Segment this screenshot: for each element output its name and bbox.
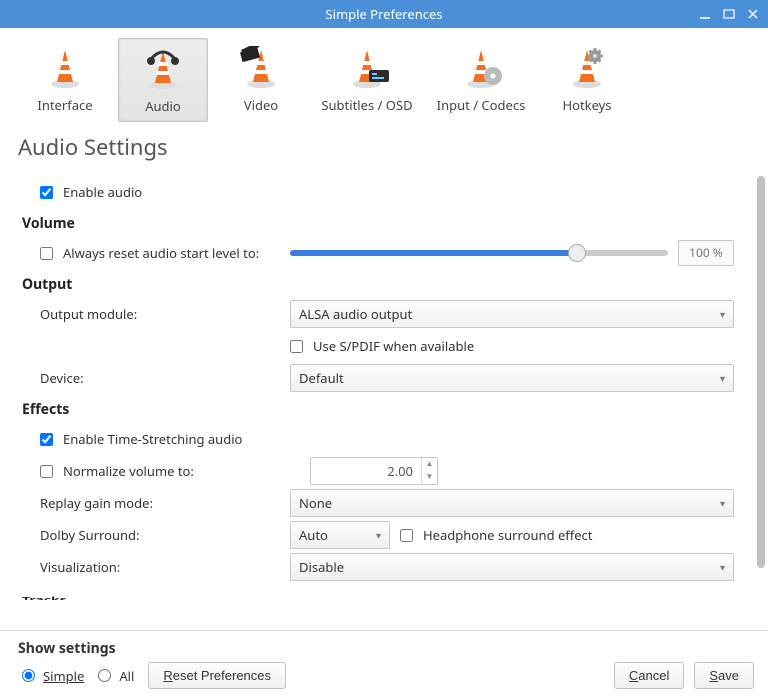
section-effects-title: Effects — [22, 400, 762, 419]
tab-audio[interactable]: Audio — [118, 38, 208, 122]
window-minimize-icon[interactable] — [698, 7, 712, 21]
chevron-down-icon: ▾ — [720, 371, 725, 385]
dolby-label: Dolby Surround: — [40, 526, 290, 544]
tab-label: Subtitles / OSD — [321, 96, 412, 114]
slider-knob[interactable] — [568, 244, 586, 262]
tab-row: Interface Audio Video Subtitles / OSD In… — [0, 28, 768, 126]
spin-arrows[interactable]: ▲▼ — [421, 458, 437, 484]
device-value: Default — [299, 369, 344, 387]
show-settings-all-radio[interactable]: All — [98, 667, 134, 685]
clapper-cone-icon — [239, 46, 283, 90]
section-volume-title: Volume — [22, 214, 762, 233]
chevron-down-icon: ▾ — [376, 528, 381, 542]
cancel-button[interactable]: Cancel — [614, 662, 684, 689]
show-settings-simple-radio[interactable]: Simple — [22, 667, 84, 685]
timestretch-label: Enable Time-Stretching audio — [63, 430, 242, 448]
cancel-label: Cancel — [629, 668, 669, 683]
simple-label: Simple — [43, 667, 84, 685]
device-combo[interactable]: Default ▾ — [290, 364, 734, 392]
section-tracks-title: Tracks — [22, 595, 762, 600]
vertical-scrollbar[interactable] — [756, 174, 766, 630]
chevron-down-icon: ▾ — [720, 307, 725, 321]
window-close-icon[interactable] — [746, 7, 760, 21]
tab-hotkeys[interactable]: Hotkeys — [542, 38, 632, 122]
tab-subtitles[interactable]: Subtitles / OSD — [314, 38, 420, 122]
headphone-checkbox[interactable]: Headphone surround effect — [400, 526, 592, 544]
chevron-down-icon: ▾ — [720, 496, 725, 510]
tab-interface[interactable]: Interface — [20, 38, 110, 122]
output-module-value: ALSA audio output — [299, 305, 412, 323]
osd-cone-icon — [345, 46, 389, 90]
always-reset-label: Always reset audio start level to: — [63, 244, 259, 262]
always-reset-checkbox[interactable]: Always reset audio start level to: — [40, 244, 290, 262]
bottom-bar: Show settings Simple All Reset Preferenc… — [0, 631, 768, 699]
headphone-label: Headphone surround effect — [423, 526, 592, 544]
visualization-combo[interactable]: Disable ▾ — [290, 553, 734, 581]
start-level-percent: 100 % — [678, 240, 734, 266]
tab-video[interactable]: Video — [216, 38, 306, 122]
enable-audio-checkbox[interactable]: Enable audio — [40, 183, 142, 201]
gear-cone-icon — [565, 46, 609, 90]
visualization-value: Disable — [299, 558, 344, 576]
device-label: Device: — [40, 369, 290, 387]
disc-cone-icon — [459, 46, 503, 90]
tab-label: Audio — [145, 97, 181, 115]
tab-label: Video — [244, 96, 278, 114]
reset-preferences-button[interactable]: Reset Preferences — [148, 662, 286, 689]
tab-label: Interface — [37, 96, 92, 114]
output-module-combo[interactable]: ALSA audio output ▾ — [290, 300, 734, 328]
dolby-combo[interactable]: Auto ▾ — [290, 521, 390, 549]
headphones-cone-icon — [141, 47, 185, 91]
replay-gain-label: Replay gain mode: — [40, 494, 290, 512]
save-button[interactable]: Save — [694, 662, 754, 689]
page-title: Audio Settings — [0, 126, 768, 168]
window-maximize-icon[interactable] — [722, 7, 736, 21]
timestretch-checkbox[interactable]: Enable Time-Stretching audio — [40, 430, 242, 448]
normalize-spinbox[interactable]: 2.00 ▲▼ — [310, 457, 438, 485]
scrollbar-thumb[interactable] — [757, 176, 765, 568]
show-settings-title: Show settings — [18, 639, 286, 658]
dolby-value: Auto — [299, 526, 328, 544]
cone-icon — [43, 46, 87, 90]
chevron-down-icon: ▾ — [720, 560, 725, 574]
normalize-label: Normalize volume to: — [63, 462, 194, 480]
settings-scroll-area: Enable audio Volume Always reset audio s… — [0, 168, 768, 630]
tab-label: Input / Codecs — [437, 96, 526, 114]
tab-input-codecs[interactable]: Input / Codecs — [428, 38, 534, 122]
normalize-checkbox[interactable]: Normalize volume to: — [40, 462, 310, 480]
output-module-label: Output module: — [40, 305, 290, 323]
normalize-value: 2.00 — [311, 462, 421, 480]
all-label: All — [119, 667, 134, 685]
visualization-label: Visualization: — [40, 558, 290, 576]
save-label: Save — [709, 668, 739, 683]
reset-label: Reset Preferences — [163, 668, 271, 683]
titlebar: Simple Preferences — [0, 0, 768, 28]
spdif-label: Use S/PDIF when available — [313, 337, 474, 355]
replay-gain-value: None — [299, 494, 332, 512]
start-level-slider[interactable] — [290, 250, 668, 256]
spdif-checkbox[interactable]: Use S/PDIF when available — [290, 337, 474, 355]
replay-gain-combo[interactable]: None ▾ — [290, 489, 734, 517]
window-title: Simple Preferences — [325, 5, 442, 23]
section-output-title: Output — [22, 275, 762, 294]
enable-audio-label: Enable audio — [63, 183, 142, 201]
tab-label: Hotkeys — [562, 96, 611, 114]
